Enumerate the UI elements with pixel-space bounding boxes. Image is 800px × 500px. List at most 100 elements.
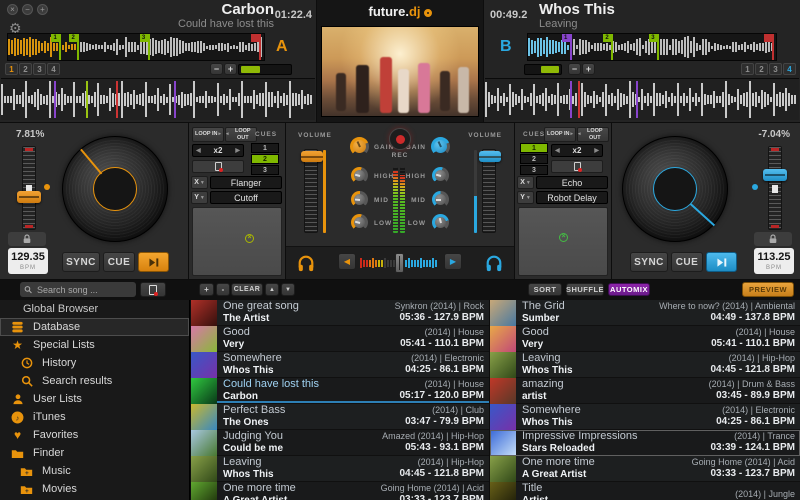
search-box[interactable] [20, 282, 136, 297]
deck-a-cue-button[interactable]: CUE [103, 252, 135, 272]
deck-a-pitch-handle[interactable] [17, 191, 41, 203]
headphone-b-icon[interactable] [484, 254, 504, 277]
left-track-row[interactable]: GoodVery(2014) | House05:41 - 110.1 BPM [191, 326, 489, 352]
right-track-row[interactable]: Impressive ImpressionsStars Reloaded(201… [490, 430, 800, 456]
sidebar-item-special-lists[interactable]: ★Special Lists [0, 336, 189, 354]
fx-cue-1[interactable]: 1 [251, 143, 279, 153]
hotcue-button-4[interactable]: 4 [783, 63, 796, 75]
window-zoom-button[interactable]: + [37, 4, 48, 15]
move-up-button[interactable]: ▲ [265, 283, 279, 296]
headphone-a-icon[interactable] [296, 254, 316, 277]
search-input[interactable] [35, 284, 132, 296]
deck-b-xy-pad[interactable]: × [518, 207, 608, 276]
move-down-button[interactable]: ▼ [281, 283, 295, 296]
deck-b-cue-button[interactable]: CUE [671, 252, 703, 272]
fx-cue-2[interactable]: 2 [520, 154, 548, 164]
crossfader-left-arrow-button[interactable]: ◀ [338, 253, 356, 270]
left-track-row[interactable]: LeavingWhos This(2014) | Hip-Hop04:45 - … [191, 456, 489, 482]
hotcue-button-4[interactable]: 4 [47, 63, 60, 75]
automix-button[interactable]: AUTOMIX [608, 283, 650, 296]
deck-b-zoom-in-button[interactable]: + [582, 63, 595, 75]
channel-b-volume-handle[interactable] [479, 151, 501, 162]
deck-a-pitch-slider[interactable] [22, 146, 36, 230]
loop-longer-arrow-icon[interactable]: ▶ [235, 147, 240, 154]
deck-b-loop-in-button[interactable]: LOOP IN▸ [544, 127, 576, 142]
hotcue-button-2[interactable]: 2 [19, 63, 32, 75]
sidebar-item-movies[interactable]: +Movies [0, 480, 189, 498]
overview-marker[interactable] [772, 34, 774, 60]
deck-a-loop-length[interactable]: ◀ x2 ▶ [192, 144, 244, 157]
sidebar-item-favorites[interactable]: ♥Favorites [0, 426, 189, 444]
deck-b-loop-exit-button[interactable] [551, 160, 603, 173]
right-track-row[interactable]: TitleArtist(2014) | Jungle [490, 482, 800, 500]
left-track-row[interactable]: Perfect BassThe Ones(2014) | Club03:47 -… [191, 404, 489, 430]
deck-a-zoom-in-button[interactable]: + [224, 63, 237, 75]
deck-b-xy-dot[interactable]: × [559, 233, 568, 242]
channel-a-high-knob[interactable] [351, 167, 368, 184]
hotcue-button-3[interactable]: 3 [769, 63, 782, 75]
deck-a-sync-button[interactable]: SYNC [62, 252, 100, 272]
right-track-row[interactable]: GoodVery(2014) | House05:41 - 110.1 BPM [490, 326, 800, 352]
deck-a-fx-y-selector[interactable]: Y▼ [191, 191, 208, 204]
hotcue-button-3[interactable]: 3 [33, 63, 46, 75]
deck-a-overview-waveform[interactable]: 123 [7, 33, 265, 61]
playlist-clear-button[interactable]: CLEAR [231, 283, 263, 296]
channel-b-low-knob[interactable] [432, 214, 449, 231]
hotcue-button-1[interactable]: 1 [741, 63, 754, 75]
left-track-row[interactable]: One great songThe ArtistSynkron (2014) |… [191, 300, 489, 326]
deck-a-play-button[interactable] [138, 252, 169, 272]
deck-b-pitch-handle[interactable] [763, 169, 787, 181]
deck-a-loop-exit-button[interactable] [192, 160, 244, 173]
deck-b-play-button[interactable] [706, 252, 737, 272]
hotcue-button-1[interactable]: 1 [5, 63, 18, 75]
right-track-row[interactable]: amazingartist(2014) | Drum & Bass03:45 -… [490, 378, 800, 404]
deck-b-loop-length[interactable]: ◀ x2 ▶ [551, 144, 603, 157]
overview-marker[interactable] [259, 34, 261, 60]
deck-a-zoom-out-button[interactable]: − [210, 63, 223, 75]
fx-cue-3[interactable]: 3 [520, 165, 548, 175]
overview-marker[interactable] [611, 34, 613, 60]
fx-cue-2[interactable]: 2 [251, 154, 279, 164]
sidebar-item-finder[interactable]: Finder [0, 444, 189, 462]
deck-b-fx-y-value[interactable]: Robot Delay [536, 191, 608, 204]
overview-marker[interactable] [570, 34, 572, 60]
deck-b-fx-x-selector[interactable]: X▼ [517, 176, 534, 189]
loop-shorter-arrow-icon[interactable]: ◀ [196, 147, 201, 154]
deck-b-pitch-slider[interactable] [768, 146, 782, 230]
crossfader-handle[interactable] [395, 253, 404, 273]
right-track-row[interactable]: SomewhereWhos This(2014) | Electronic04:… [490, 404, 800, 430]
left-track-row[interactable]: Judging YouCould be meAmazed (2014) | Hi… [191, 430, 489, 456]
shuffle-button[interactable]: SHUFFLE [566, 283, 604, 296]
channel-b-gain-knob[interactable] [431, 137, 450, 156]
deck-b-overview-waveform[interactable]: 123 [527, 33, 777, 61]
deck-a-bpm-lock-button[interactable] [8, 232, 46, 246]
right-track-row[interactable]: One more timeA Great ArtistGoing Home (2… [490, 456, 800, 482]
deck-b-platter[interactable] [622, 136, 728, 242]
channel-a-gain-knob[interactable] [350, 137, 369, 156]
deck-b-bpm-lock-button[interactable] [754, 232, 792, 246]
window-minimize-button[interactable]: − [22, 4, 33, 15]
loop-shorter-arrow-icon[interactable]: ◀ [555, 147, 560, 154]
sidebar-item-database[interactable]: Database [0, 318, 189, 336]
playlist-add-button[interactable]: + [199, 283, 214, 296]
deck-a-xy-dot[interactable]: × [245, 234, 254, 243]
deck-a-loop-in-button[interactable]: LOOP IN▸ [192, 127, 224, 142]
left-track-row[interactable]: One more timeA Great ArtistGoing Home (2… [191, 482, 489, 500]
channel-b-volume-fader[interactable] [482, 149, 496, 233]
channel-b-mid-knob[interactable] [432, 191, 449, 208]
record-button[interactable] [389, 128, 411, 150]
overview-marker[interactable] [77, 34, 79, 60]
deck-b-beat-waveform[interactable] [485, 78, 799, 120]
sidebar-item-history[interactable]: History [0, 354, 189, 372]
preview-button[interactable]: PREVIEW [742, 282, 794, 297]
deck-a-loop-out-button[interactable]: ◂LOOP OUT [225, 127, 257, 142]
sidebar-item-music[interactable]: +Music [0, 462, 189, 480]
deck-b-fx-x-value[interactable]: Echo [536, 176, 608, 189]
deck-a-fx-x-value[interactable]: Flanger [210, 176, 282, 189]
channel-a-volume-handle[interactable] [301, 151, 323, 162]
deck-b-loop-out-button[interactable]: ◂LOOP OUT [577, 127, 609, 142]
fx-cue-3[interactable]: 3 [251, 165, 279, 175]
playlist-remove-button[interactable]: - [216, 283, 230, 296]
channel-a-volume-fader[interactable] [304, 149, 318, 233]
left-track-row[interactable]: Could have lost thisCarbon(2014) | House… [191, 378, 489, 404]
